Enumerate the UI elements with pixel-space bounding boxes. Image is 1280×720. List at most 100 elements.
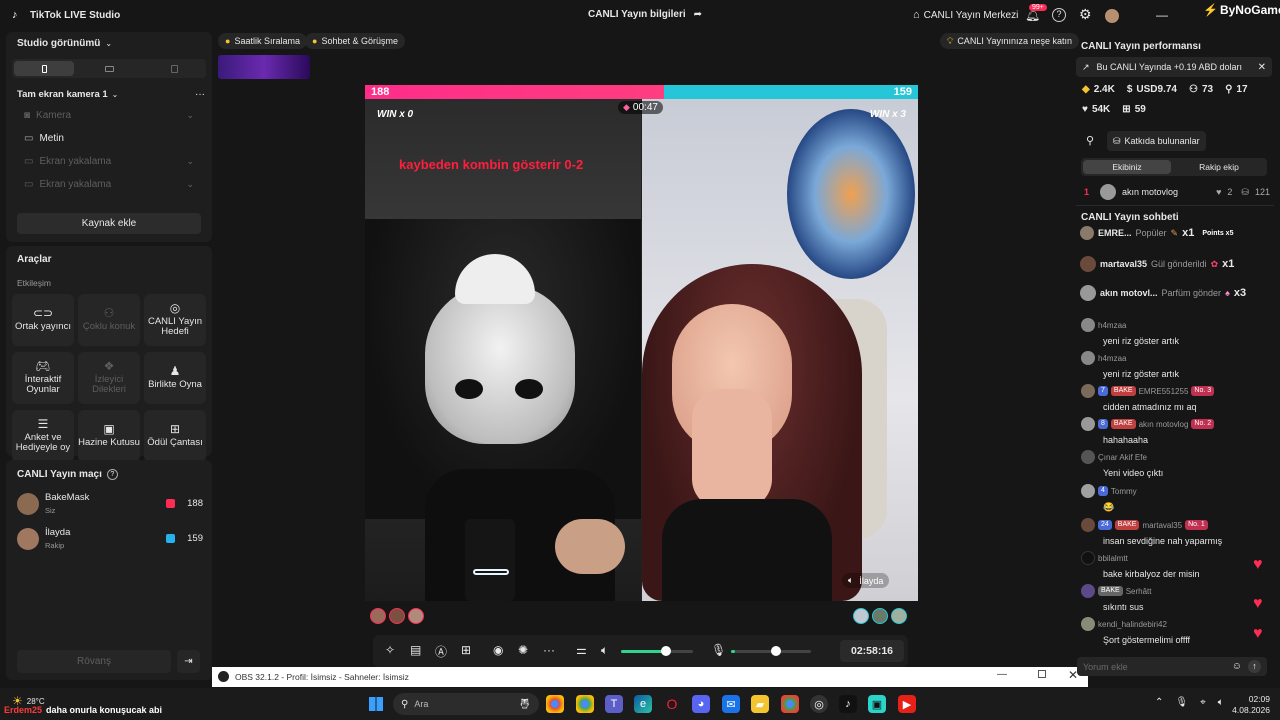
perfume-icon: ♠ — [1225, 288, 1230, 298]
landscape-button[interactable] — [79, 61, 139, 76]
reward-bag-button[interactable]: ⊞ Ödül Çantası — [144, 410, 206, 462]
left-supporters — [370, 608, 424, 624]
chevron-down-icon[interactable]: ⌄ — [112, 90, 119, 99]
volume-icon[interactable]: 🔈︎ — [601, 643, 608, 658]
emoji-icon[interactable]: ☺ — [1232, 661, 1242, 672]
avatar — [1080, 285, 1096, 301]
mixer-icon[interactable]: ⚌ — [576, 643, 587, 657]
co-host-button[interactable]: ⊂⊃ Ortak yayıncı — [12, 294, 74, 346]
chevron-down-icon[interactable]: ⌄ — [186, 156, 194, 167]
comment-input[interactable]: Yorum ekle — [1083, 662, 1128, 672]
maximize-icon[interactable] — [1038, 670, 1046, 678]
chevron-down-icon[interactable]: ⌄ — [105, 39, 112, 48]
source-screen-capture[interactable]: ▭ Ekran yakalama ⌄ — [24, 156, 194, 167]
obs-window-titlebar[interactable]: OBS 32.1.2 - Profil: İsimsiz - Sahneler:… — [212, 667, 1088, 687]
poll-button[interactable]: ☰ Anket ve Hediyeyle oy — [12, 410, 74, 462]
rematch-button[interactable]: Rövanş — [17, 650, 171, 673]
multi-guest-button[interactable]: ⚇ Çoklu konuk — [78, 294, 140, 346]
share-icon[interactable]: ➦ — [694, 9, 702, 20]
discord-icon[interactable]: ◕ — [692, 695, 710, 713]
exit-match-button[interactable]: ⇥ — [177, 650, 200, 673]
minimize-icon[interactable]: — — [997, 669, 1007, 680]
volume-slider[interactable] — [621, 646, 693, 656]
chrome-icon[interactable] — [781, 695, 799, 713]
gamepad-icon: 🎮︎ — [35, 359, 51, 373]
more-options-icon[interactable]: ··· — [195, 89, 205, 100]
sticker-icon[interactable]: ▤ — [410, 643, 421, 657]
search-placeholder: Ara — [414, 699, 429, 709]
chevron-down-icon[interactable]: ⌄ — [186, 110, 194, 121]
add-source-button[interactable]: Kaynak ekle — [17, 213, 201, 234]
fun-tip-chip[interactable]: 💡︎ CANLI Yayınınıza neşe katın — [940, 33, 1080, 49]
interactive-games-button[interactable]: 🎮︎ İnteraktif Oyunlar — [12, 352, 74, 404]
notification-count: 99+ — [1029, 4, 1047, 11]
treasure-icon: ▣ — [103, 422, 115, 436]
contributor-name: akın motovlog — [1122, 187, 1179, 197]
close-icon[interactable]: ✕ — [1258, 62, 1266, 73]
live-goal-button[interactable]: ◎ CANLI Yayın Hedefi — [144, 294, 206, 346]
viewer-wishes-button[interactable]: ❖ İzleyici Dilekleri — [78, 352, 140, 404]
scene-name[interactable]: Tam ekran kamera 1 — [17, 89, 108, 100]
source-camera[interactable]: ◙ Kamera ⌄ — [24, 110, 194, 121]
viewers-icon: ⚇ — [1188, 84, 1198, 95]
ai-icon[interactable]: Ⓐ — [435, 643, 447, 660]
clock[interactable]: 02:09 4.08.2026 — [1218, 694, 1270, 716]
microphone-icon[interactable]: 🎙︎ — [1175, 697, 1188, 708]
notification-bell[interactable]: 🔔︎ 99+ — [1025, 4, 1047, 22]
help-icon[interactable]: ? — [1052, 8, 1066, 22]
camera-switch-icon[interactable]: ✺ — [518, 643, 528, 657]
edge-icon[interactable]: e — [634, 695, 652, 713]
taskbar-search[interactable]: ⚲ Ara 🦉︎ — [393, 693, 539, 715]
send-icon[interactable]: ↑ — [1248, 660, 1261, 673]
capcut-icon[interactable]: ▣ — [868, 695, 886, 713]
live-center-label: CANLI Yayın Merkezi — [923, 9, 1019, 21]
chevron-up-icon[interactable]: ⌃ — [1155, 697, 1163, 708]
source-screen-capture-2[interactable]: ▭ Ekran yakalama ⌄ — [24, 179, 194, 190]
more-icon[interactable]: ··· — [543, 643, 555, 657]
studio-view-panel: Studio görünümü ⌄ Tam ekran kamera 1 ⌄ ·… — [6, 32, 212, 242]
add-user-icon[interactable]: ⚲ — [1086, 134, 1094, 147]
minimize-icon[interactable]: — — [1156, 8, 1168, 22]
player-name: BakeMask — [45, 492, 90, 503]
monitor-icon: ▭ — [24, 156, 34, 167]
record-icon[interactable]: ◉ — [493, 643, 503, 657]
hourly-ranking-chip[interactable]: ● Saatlik Sıralama — [218, 33, 307, 49]
portrait-button[interactable] — [14, 61, 74, 76]
chevron-down-icon[interactable]: ⌄ — [186, 179, 194, 190]
chrome-icon[interactable] — [546, 695, 564, 713]
help-icon[interactable]: ? — [106, 469, 118, 480]
folder-icon[interactable]: ▰ — [751, 695, 769, 713]
effects-icon[interactable]: ✧ — [385, 643, 395, 657]
tab-our-team[interactable]: Ekibiniz — [1083, 160, 1171, 174]
add-media-icon[interactable]: ⊞ — [461, 643, 471, 657]
speaker-icon[interactable]: 🔈︎ — [848, 575, 853, 586]
network-icon[interactable]: ⌖ — [1200, 697, 1206, 708]
settings-gear-icon[interactable]: ⚙ — [1079, 6, 1092, 23]
windows-start-icon[interactable] — [369, 697, 383, 711]
source-text[interactable]: ▭ Metin — [24, 133, 194, 144]
live-center-button[interactable]: ⌂ CANLI Yayın Merkezi — [913, 9, 1018, 21]
live-info-title[interactable]: CANLI Yayın bilgileri — [588, 9, 686, 20]
chat-message: Çınar Akif Efe Yeni video çıktı — [1081, 450, 1271, 478]
contributor-row[interactable]: 1 akın motovlog ♥ 2 ⛁ 121 — [1084, 184, 1270, 200]
profile-avatar[interactable] — [1105, 9, 1119, 23]
tab-rival-team[interactable]: Rakip ekip — [1175, 160, 1263, 174]
obs-icon[interactable]: ◎ — [810, 695, 828, 713]
mic-slider[interactable] — [731, 646, 811, 656]
microphone-icon[interactable]: 🎙︎ — [711, 643, 726, 657]
youtube-icon[interactable]: ▶ — [898, 695, 916, 713]
comment-box[interactable]: Yorum ekle ☺ ↑ — [1077, 657, 1267, 676]
poll-icon: ☰ — [37, 417, 49, 431]
teams-icon[interactable]: T — [605, 695, 623, 713]
event-banner[interactable] — [218, 55, 310, 79]
treasure-box-button[interactable]: ▣ Hazine Kutusu — [78, 410, 140, 462]
opera-icon[interactable]: O — [663, 695, 681, 713]
chrome-icon[interactable] — [576, 695, 594, 713]
rose-icon: ✿ — [1210, 258, 1219, 269]
play-together-button[interactable]: ♟ Birlikte Oyna — [144, 352, 206, 404]
chat-call-chip[interactable]: ● Sohbet & Görüşme — [305, 33, 405, 49]
mail-icon[interactable]: ✉ — [722, 695, 740, 713]
tiktok-icon[interactable]: ♪ — [839, 695, 857, 713]
contributors-button[interactable]: ⛁ Katkıda bulunanlar — [1107, 131, 1206, 151]
layout-button[interactable] — [144, 61, 204, 76]
